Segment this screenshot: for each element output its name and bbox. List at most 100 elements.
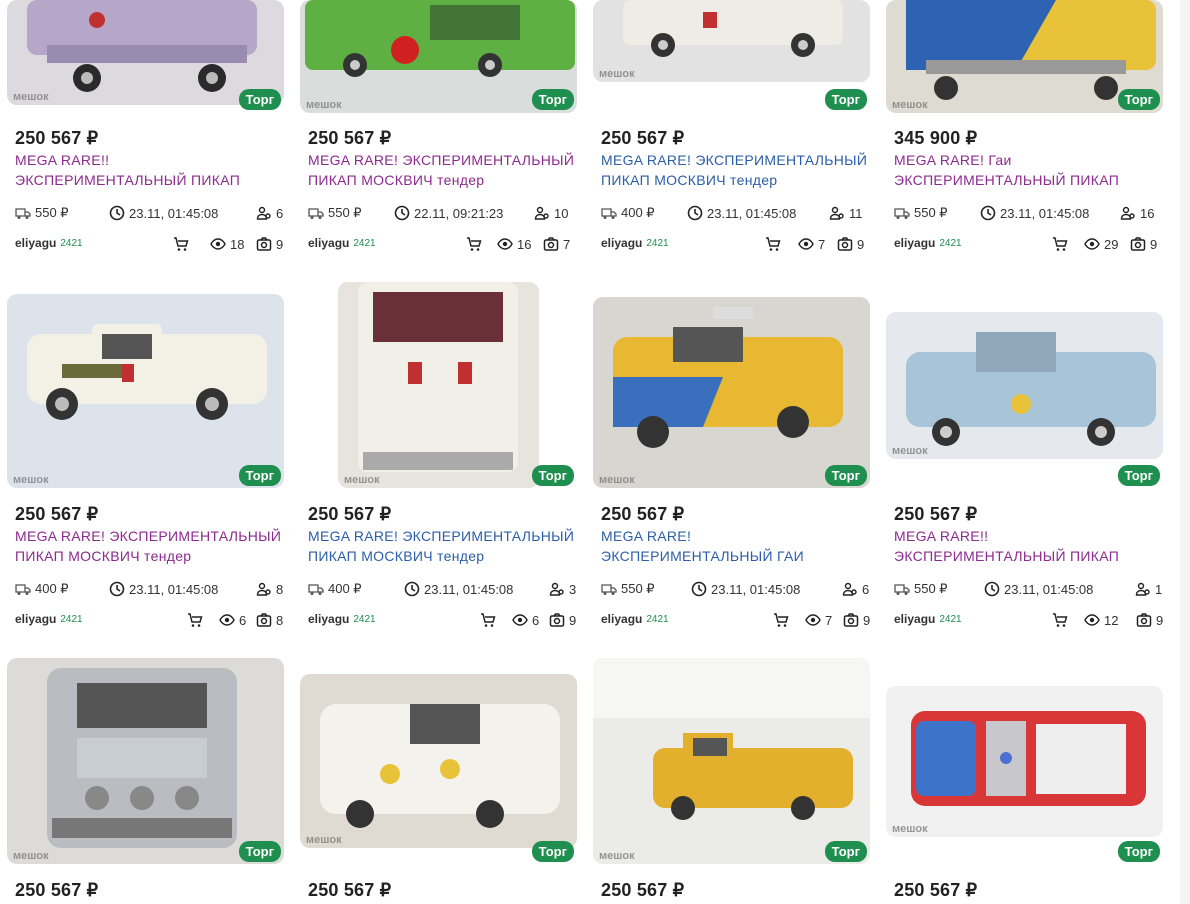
meta-row: 400 ₽ 23.11, 01:45:08 8 (15, 581, 285, 599)
view-count: 16 (517, 236, 532, 252)
listing-title[interactable]: MEGA RARE!! ЭКСПЕРИМЕНТАЛЬНЫЙ ПИКАП (894, 526, 1164, 566)
view-count: 6 (532, 612, 540, 628)
listing-photo[interactable]: мешок (7, 0, 284, 105)
delivery-price: 400 ₽ (35, 581, 69, 596)
bargain-badge: Торг (531, 465, 574, 486)
photo-count: 9 (857, 236, 865, 252)
bidders-icon (1135, 581, 1151, 597)
truck-icon (601, 205, 617, 221)
end-time: 23.11, 01:45:08 (711, 581, 801, 597)
add-to-cart-icon[interactable] (1052, 236, 1068, 252)
seller-link[interactable]: eliyagu 2421 (308, 612, 376, 626)
bargain-badge: Торг (824, 89, 867, 110)
eye-icon (1084, 612, 1100, 628)
camera-icon (843, 612, 859, 628)
stats-row: eliyagu 2421 12 9 (894, 612, 1164, 630)
photo-count: 9 (1156, 612, 1164, 628)
bid-count: 1 (1155, 581, 1163, 597)
listing-photo[interactable]: мешок (593, 658, 870, 864)
clock-icon (691, 581, 707, 597)
listing-title[interactable]: MEGA RARE! ЭКСПЕРИМЕНТАЛЬНЫЙ ГАИ (601, 526, 871, 566)
listing-title[interactable]: MEGA RARE! ЭКСПЕРИМЕНТАЛЬНЫЙ ПИКАП МОСКВИ… (308, 526, 578, 566)
end-time: 23.11, 01:45:08 (129, 581, 219, 597)
price: 250 567 ₽ (308, 880, 392, 900)
end-time: 23.11, 01:45:08 (1000, 205, 1090, 221)
camera-icon (256, 236, 272, 252)
camera-icon (543, 236, 559, 252)
clock-icon (687, 205, 703, 221)
watermark: мешок (13, 91, 49, 103)
price: 250 567 ₽ (601, 880, 685, 900)
listing-photo[interactable]: мешок (338, 282, 539, 488)
stats-row: eliyagu 2421 18 9 (15, 236, 285, 254)
seller-link[interactable]: eliyagu 2421 (308, 236, 376, 250)
camera-icon (1130, 236, 1146, 252)
bidders-icon (829, 205, 845, 221)
listing-photo[interactable]: мешок (7, 658, 284, 864)
listing-title[interactable]: MEGA RARE! ЭКСПЕРИМЕНТАЛЬНЫЙ ПИКАП МОСКВИ… (308, 150, 578, 190)
clock-icon (109, 205, 125, 221)
truck-icon (894, 581, 910, 597)
page-scrollbar[interactable] (1180, 0, 1190, 904)
delivery-price: 550 ₽ (914, 205, 948, 220)
truck-icon (308, 205, 324, 221)
bidders-icon (842, 581, 858, 597)
stats-row: eliyagu 2421 7 9 (601, 236, 871, 254)
listing-photo[interactable]: мешок (886, 312, 1163, 459)
seller-link[interactable]: eliyagu 2421 (601, 236, 669, 250)
listing-photo[interactable]: мешок (593, 0, 870, 82)
add-to-cart-icon[interactable] (187, 612, 203, 628)
eye-icon (219, 612, 235, 628)
view-count: 7 (825, 612, 833, 628)
camera-icon (549, 612, 565, 628)
listing-photo[interactable]: мешок (886, 686, 1163, 837)
delivery-price: 550 ₽ (914, 581, 948, 596)
watermark: мешок (306, 834, 342, 846)
add-to-cart-icon[interactable] (480, 612, 496, 628)
bargain-badge: Торг (238, 841, 281, 862)
meta-row: 550 ₽ 23.11, 01:45:08 16 (894, 205, 1164, 223)
seller-link[interactable]: eliyagu 2421 (15, 612, 83, 626)
clock-icon (109, 581, 125, 597)
view-count: 6 (239, 612, 247, 628)
bargain-badge: Торг (1117, 841, 1160, 862)
end-time: 22.11, 09:21:23 (414, 205, 504, 221)
listing-photo[interactable]: мешок (7, 294, 284, 488)
seller-link[interactable]: eliyagu 2421 (894, 612, 962, 626)
truck-icon (15, 205, 31, 221)
add-to-cart-icon[interactable] (173, 236, 189, 252)
listing-photo[interactable]: мешок (593, 297, 870, 488)
listing-photo[interactable]: мешок (300, 674, 577, 848)
add-to-cart-icon[interactable] (466, 236, 482, 252)
stats-row: eliyagu 2421 7 9 (601, 612, 871, 630)
watermark: мешок (599, 850, 635, 862)
watermark: мешок (892, 445, 928, 457)
view-count: 29 (1104, 236, 1119, 252)
listing-title[interactable]: MEGA RARE! ЭКСПЕРИМЕНТАЛЬНЫЙ ПИКАП МОСКВИ… (601, 150, 871, 190)
listing-title[interactable]: MEGA RARE! Гаи ЭКСПЕРИМЕНТАЛЬНЫЙ ПИКАП (894, 150, 1164, 190)
bargain-badge: Торг (824, 841, 867, 862)
price: 250 567 ₽ (601, 128, 685, 148)
truck-icon (15, 581, 31, 597)
bid-count: 8 (276, 581, 284, 597)
bid-count: 10 (554, 205, 569, 221)
price: 250 567 ₽ (894, 504, 978, 524)
bargain-badge: Торг (1117, 465, 1160, 486)
listing-title[interactable]: MEGA RARE! ЭКСПЕРИМЕНТАЛЬНЫЙ ПИКАП МОСКВИ… (15, 526, 285, 566)
bid-count: 6 (276, 205, 284, 221)
add-to-cart-icon[interactable] (765, 236, 781, 252)
watermark: мешок (306, 99, 342, 111)
seller-link[interactable]: eliyagu 2421 (894, 236, 962, 250)
seller-link[interactable]: eliyagu 2421 (601, 612, 669, 626)
photo-count: 9 (276, 236, 284, 252)
price: 250 567 ₽ (894, 880, 978, 900)
add-to-cart-icon[interactable] (1052, 612, 1068, 628)
truck-icon (601, 581, 617, 597)
seller-link[interactable]: eliyagu 2421 (15, 236, 83, 250)
bargain-badge: Торг (238, 465, 281, 486)
view-count: 12 (1104, 612, 1119, 628)
listing-title[interactable]: MEGA RARE!! ЭКСПЕРИМЕНТАЛЬНЫЙ ПИКАП (15, 150, 285, 190)
add-to-cart-icon[interactable] (773, 612, 789, 628)
bargain-badge: Торг (238, 89, 281, 110)
bidders-icon (256, 205, 272, 221)
